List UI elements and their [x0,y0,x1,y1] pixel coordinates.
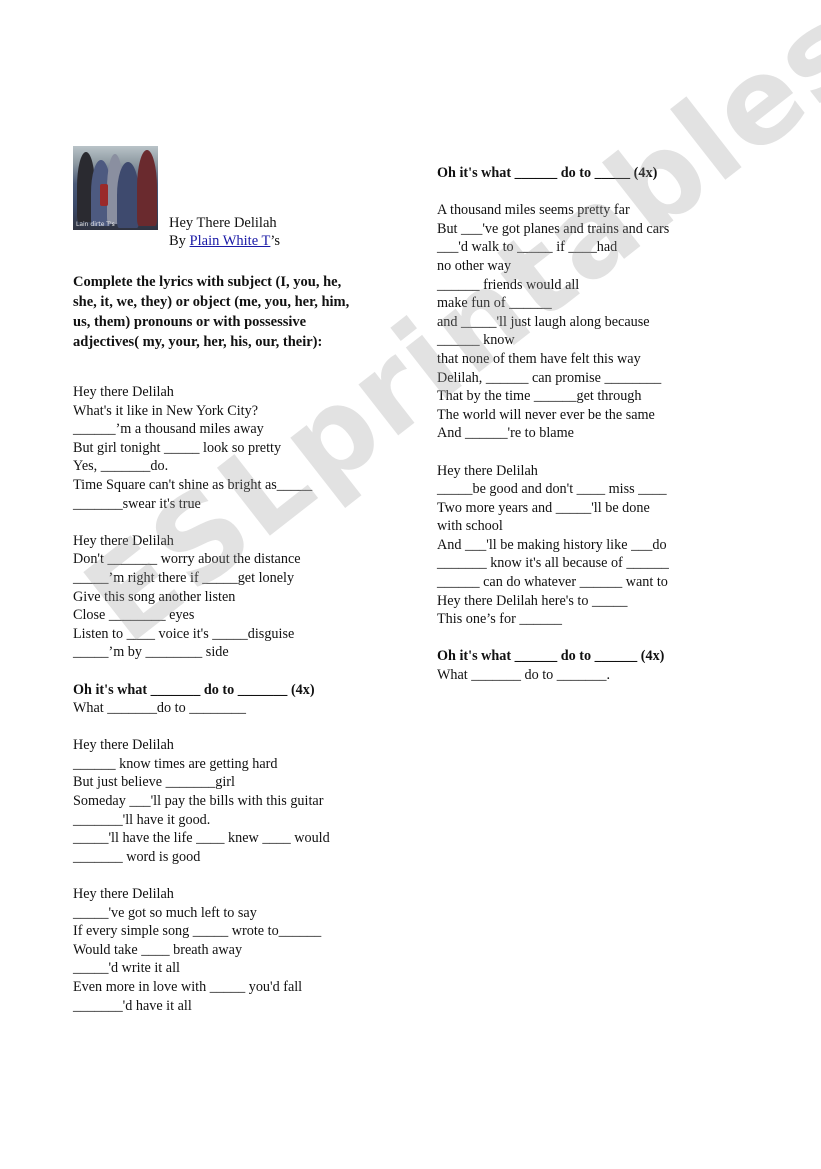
lyric-line: ______ know times are getting hard [73,755,278,772]
lyric-line: The world will never ever be the same [437,406,655,423]
lyric-line: Someday ___'ll pay the bills with this g… [73,793,324,810]
worksheet-page: Lain dirte T's Hey There Delilah By Plai… [0,0,821,1169]
lyric-line: _____'d write it all [73,960,180,977]
band-suffix: ’s [270,233,281,249]
lyric-line: But ___'ve got planes and trains and car… [437,220,670,237]
lyric-line: ______ friends would all [437,276,580,293]
lyric-line: But just believe _______girl [73,774,235,791]
lyric-line: _____'ll have the life ____ knew ____ wo… [73,830,330,847]
lyric-line: ______ know [437,332,515,349]
lyric-line: Would take ____ breath away [73,941,243,958]
lyric-line: _____’m right there if _____get lonely [73,569,295,586]
lyric-line: This one’s for ______ [437,611,562,628]
stanza-gap [73,662,373,681]
lyric-line: And ___'ll be making history like ___do [437,536,667,553]
lyric-line: _______swear it's true [73,495,201,512]
lyric-line: What's it like in New York City? [73,402,259,419]
lyric-line: Give this song another listen [73,588,236,605]
lyric-line: _______'ll have it good. [73,811,211,828]
lyric-line: What _______do to ________ [73,700,246,717]
lyric-line: And ______'re to blame [437,425,574,442]
stanza-gap [73,866,373,885]
lyric-line: make fun of ______ [437,295,552,312]
title-block: Hey There Delilah By Plain White T’s [169,214,280,250]
lyric-line: Hey there Delilah here's to _____ [437,592,628,609]
photo-caption: Lain dirte T's [76,221,115,228]
chorus-line: Oh it's what ______ do to ______ (4x) [437,648,665,665]
lyric-line: But girl tonight _____ look so pretty [73,439,282,456]
lyric-line: Hey there Delilah [73,384,174,400]
lyric-line: Two more years and _____'ll be done [437,499,650,516]
by-prefix: By [169,233,190,249]
lyric-line: If every simple song _____ wrote to_____… [73,923,322,940]
lyric-line: ______’m a thousand miles away [73,421,264,438]
lyric-line: _______'d have it all [73,997,192,1014]
stanza-gap [437,629,737,648]
lyric-line: Close ________ eyes [73,607,195,624]
lyric-line: Even more in love with _____ you'd fall [73,979,303,995]
lyric-line: What _______ do to _______. [437,667,610,684]
chorus-line: Oh it's what ______ do to _____ (4x) [437,165,658,181]
lyric-line: with school [437,518,503,535]
lyric-line: Hey there Delilah [73,886,174,903]
lyric-line: _____'ve got so much left to say [73,904,257,921]
lyric-line: Delilah, ______ can promise ________ [437,369,662,386]
lyrics-right-column: Oh it's what ______ do to _____ (4x) A th… [437,164,737,685]
lyric-line: _______ know it's all because of ______ [437,555,669,572]
lyric-line: Don't _______ worry about the distance [73,551,301,568]
lyric-line: That by the time ______get through [437,388,642,405]
byline: By Plain White T’s [169,232,280,250]
band-photo: Lain dirte T's [73,146,158,230]
lyric-line: _____be good and don't ____ miss ____ [437,481,667,498]
lyric-line: _______ word is good [73,848,201,865]
lyric-line: Yes, _______do. [73,458,169,475]
instructions: Complete the lyrics with subject (I, you… [73,274,350,350]
lyrics-left-column: Hey there Delilah What's it like in New Y… [73,383,373,1015]
lyric-line: Time Square can't shine as bright as____… [73,476,313,493]
stanza-gap [73,513,373,532]
lyric-line: _____’m by ________ side [73,644,229,661]
stanza-gap [437,443,737,462]
lyric-line: Hey there Delilah [73,532,174,549]
lyric-line: that none of them have felt this way [437,350,641,367]
band-link[interactable]: Plain White T [190,233,271,249]
lyric-line: ___'d walk to _____ if ____had [437,239,618,256]
lyric-line: A thousand miles seems pretty far [437,202,630,219]
lyric-line: Hey there Delilah [73,737,174,754]
lyric-line: Listen to ____ voice it's _____disguise [73,625,295,642]
lyric-line: and _____'ll just laugh along because [437,313,650,330]
lyric-line: Hey there Delilah [437,462,538,479]
stanza-gap [437,183,737,202]
song-title: Hey There Delilah [169,215,277,231]
stanza-gap [73,718,373,737]
chorus-line: Oh it's what _______ do to _______ (4x) [73,681,315,698]
lyric-line: no other way [437,257,512,274]
lyric-line: ______ can do whatever ______ want to [437,574,668,591]
